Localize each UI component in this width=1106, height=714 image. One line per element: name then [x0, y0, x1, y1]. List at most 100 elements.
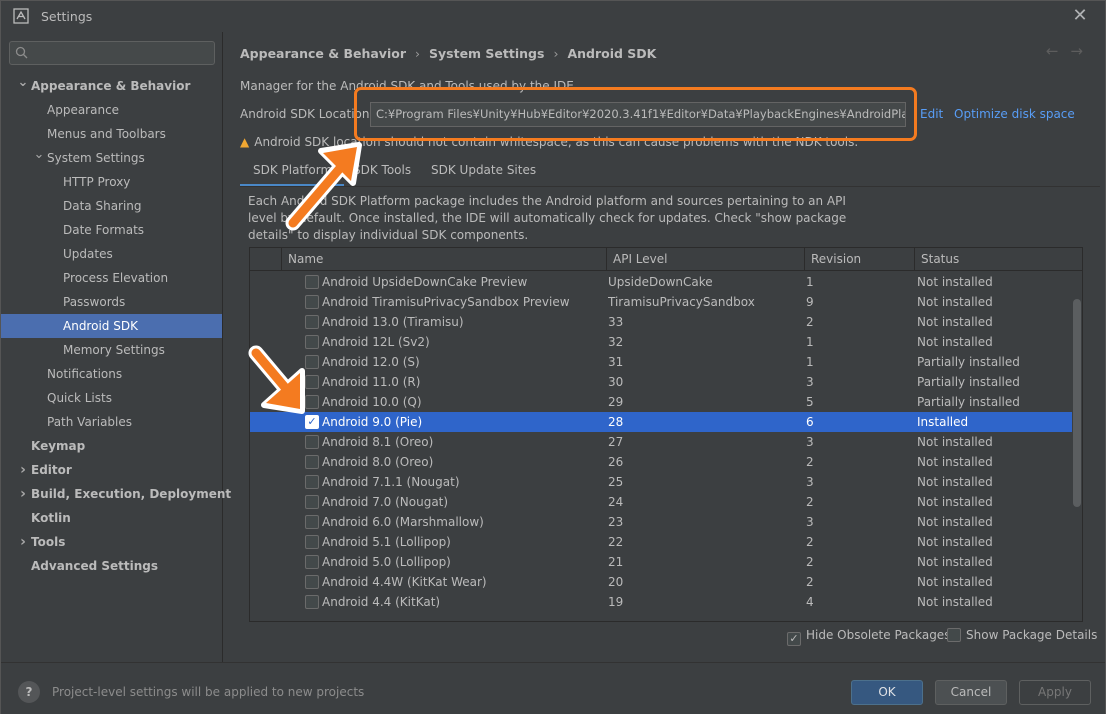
scrollbar-thumb[interactable] — [1073, 299, 1081, 507]
row-checkbox[interactable] — [305, 455, 319, 469]
table-row[interactable]: Android 11.0 (R) 30 3 Partially installed — [250, 372, 1072, 392]
row-checkbox[interactable] — [305, 295, 319, 309]
cell-api: UpsideDownCake — [608, 275, 713, 289]
chevron-right-icon[interactable]: › — [17, 530, 29, 554]
sidebar-item[interactable]: Appearance — [1, 98, 222, 122]
sidebar-item[interactable]: Memory Settings — [1, 338, 222, 362]
table-row[interactable]: Android 12.0 (S) 31 1 Partially installed — [250, 352, 1072, 372]
table-row[interactable]: Android UpsideDownCake Preview UpsideDown… — [250, 272, 1072, 292]
row-checkbox[interactable] — [305, 435, 319, 449]
table-row[interactable]: Android 5.0 (Lollipop) 21 2 Not installed — [250, 552, 1072, 572]
optimize-disk-space-link[interactable]: Optimize disk space — [954, 107, 1075, 121]
table-scrollbar[interactable] — [1072, 272, 1082, 621]
sidebar-item[interactable]: Process Elevation — [1, 266, 222, 290]
settings-window: Settings ✕ ⌄ Appearance & Behavior Appeara… — [0, 0, 1106, 714]
cell-api: 22 — [608, 535, 624, 549]
sidebar-item[interactable]: › Build, Execution, Deployment — [1, 482, 231, 506]
cell-status: Partially installed — [917, 395, 1020, 409]
cell-rev: 4 — [806, 595, 814, 609]
show-package-details-option[interactable]: Show Package Details — [947, 628, 1097, 642]
sidebar-item[interactable]: ⌄ System Settings — [1, 146, 222, 170]
row-checkbox[interactable] — [305, 555, 319, 569]
sidebar-item[interactable]: Kotlin — [1, 506, 222, 530]
row-checkbox[interactable] — [305, 515, 319, 529]
hide-obsolete-checkbox[interactable]: ✓ — [787, 632, 801, 646]
cell-status: Not installed — [917, 435, 993, 449]
table-row[interactable]: Android 8.1 (Oreo) 27 3 Not installed — [250, 432, 1072, 452]
sidebar-item-label: Notifications — [47, 367, 123, 381]
table-row[interactable]: Android TiramisuPrivacySandbox Preview Ti… — [250, 292, 1072, 312]
cell-api: 33 — [608, 315, 624, 329]
table-row[interactable]: Android 10.0 (Q) 29 5 Partially installed — [250, 392, 1072, 412]
cell-status: Not installed — [917, 475, 993, 489]
sidebar-item[interactable]: HTTP Proxy — [1, 170, 222, 194]
column-header-name[interactable]: Name — [282, 248, 607, 271]
sidebar-item-label: Kotlin — [31, 511, 71, 525]
table-row[interactable]: Android 13.0 (Tiramisu) 33 2 Not installed — [250, 312, 1072, 332]
cell-rev: 2 — [806, 455, 814, 469]
table-row[interactable]: ✓ Android 9.0 (Pie) 28 6 Installed — [250, 412, 1072, 432]
cell-rev: 5 — [806, 395, 814, 409]
table-row[interactable]: Android 4.4 (KitKat) 19 4 Not installed — [250, 592, 1072, 612]
sidebar-item[interactable]: Quick Lists — [1, 386, 222, 410]
ok-button[interactable]: OK — [851, 680, 923, 705]
hide-obsolete-packages-option[interactable]: ✓ Hide Obsolete Packages — [787, 628, 950, 646]
table-row[interactable]: Android 7.1.1 (Nougat) 25 3 Not installed — [250, 472, 1072, 492]
column-header-api-level[interactable]: API Level — [607, 248, 805, 271]
settings-search-input[interactable] — [9, 41, 215, 65]
row-checkbox[interactable] — [305, 315, 319, 329]
sidebar-item[interactable]: Data Sharing — [1, 194, 222, 218]
cell-api: 25 — [608, 475, 624, 489]
chevron-right-icon[interactable]: › — [17, 482, 29, 506]
row-checkbox[interactable] — [305, 495, 319, 509]
cell-name: Android 12.0 (S) — [322, 355, 420, 369]
row-checkbox[interactable] — [305, 275, 319, 289]
breadcrumb-system-settings[interactable]: System Settings — [429, 46, 544, 61]
sidebar-item[interactable]: Path Variables — [1, 410, 222, 434]
chevron-down-icon[interactable]: ⌄ — [17, 74, 29, 92]
edit-link[interactable]: Edit — [920, 107, 943, 121]
row-checkbox[interactable] — [305, 575, 319, 589]
table-row[interactable]: Android 12L (Sv2) 32 1 Not installed — [250, 332, 1072, 352]
column-header-revision[interactable]: Revision — [805, 248, 915, 271]
cell-api: TiramisuPrivacySandbox — [608, 295, 755, 309]
table-row[interactable]: Android 5.1 (Lollipop) 22 2 Not installed — [250, 532, 1072, 552]
close-icon[interactable]: ✕ — [1069, 5, 1091, 27]
sidebar-item[interactable]: Date Formats — [1, 218, 222, 242]
sidebar-item[interactable]: ⌄ Appearance & Behavior — [1, 74, 222, 98]
table-row[interactable]: Android 7.0 (Nougat) 24 2 Not installed — [250, 492, 1072, 512]
tab-sdk-update-sites[interactable]: SDK Update Sites — [431, 157, 541, 187]
cell-api: 31 — [608, 355, 624, 369]
search-icon — [15, 46, 31, 60]
cell-rev: 2 — [806, 555, 814, 569]
breadcrumb-appearance-behavior[interactable]: Appearance & Behavior — [240, 46, 406, 61]
apply-button[interactable]: Apply — [1019, 680, 1091, 705]
sidebar-item[interactable]: Passwords — [1, 290, 222, 314]
table-row[interactable]: Android 8.0 (Oreo) 26 2 Not installed — [250, 452, 1072, 472]
sidebar-item[interactable]: Menus and Toolbars — [1, 122, 222, 146]
help-icon[interactable]: ? — [18, 681, 40, 703]
table-row[interactable]: Android 6.0 (Marshmallow) 23 3 Not installe… — [250, 512, 1072, 532]
cancel-button[interactable]: Cancel — [935, 680, 1007, 705]
row-checkbox[interactable] — [305, 535, 319, 549]
cell-api: 26 — [608, 455, 624, 469]
row-checkbox[interactable] — [305, 475, 319, 489]
sidebar-item[interactable]: › Editor — [1, 458, 222, 482]
forward-arrow-icon[interactable]: → — [1070, 42, 1095, 60]
chevron-right-icon[interactable]: › — [17, 458, 29, 482]
sidebar-item-label: Keymap — [31, 439, 86, 453]
sidebar-item[interactable]: Updates — [1, 242, 222, 266]
column-header-status[interactable]: Status — [915, 248, 1082, 271]
sidebar-item[interactable]: Advanced Settings — [1, 554, 222, 578]
show-details-checkbox[interactable] — [947, 628, 961, 642]
chevron-down-icon[interactable]: ⌄ — [33, 146, 45, 164]
sidebar-item[interactable]: Android SDK — [1, 314, 222, 338]
sidebar-item[interactable]: Notifications — [1, 362, 222, 386]
table-row[interactable]: Android 4.4W (KitKat Wear) 20 2 Not install… — [250, 572, 1072, 592]
sidebar-item[interactable]: › Tools — [1, 530, 222, 554]
sidebar-item[interactable]: Keymap — [1, 434, 222, 458]
cell-name: Android 9.0 (Pie) — [322, 415, 423, 429]
row-checkbox[interactable] — [305, 595, 319, 609]
back-arrow-icon[interactable]: ← — [1046, 42, 1071, 60]
cell-name: Android 5.0 (Lollipop) — [322, 555, 451, 569]
